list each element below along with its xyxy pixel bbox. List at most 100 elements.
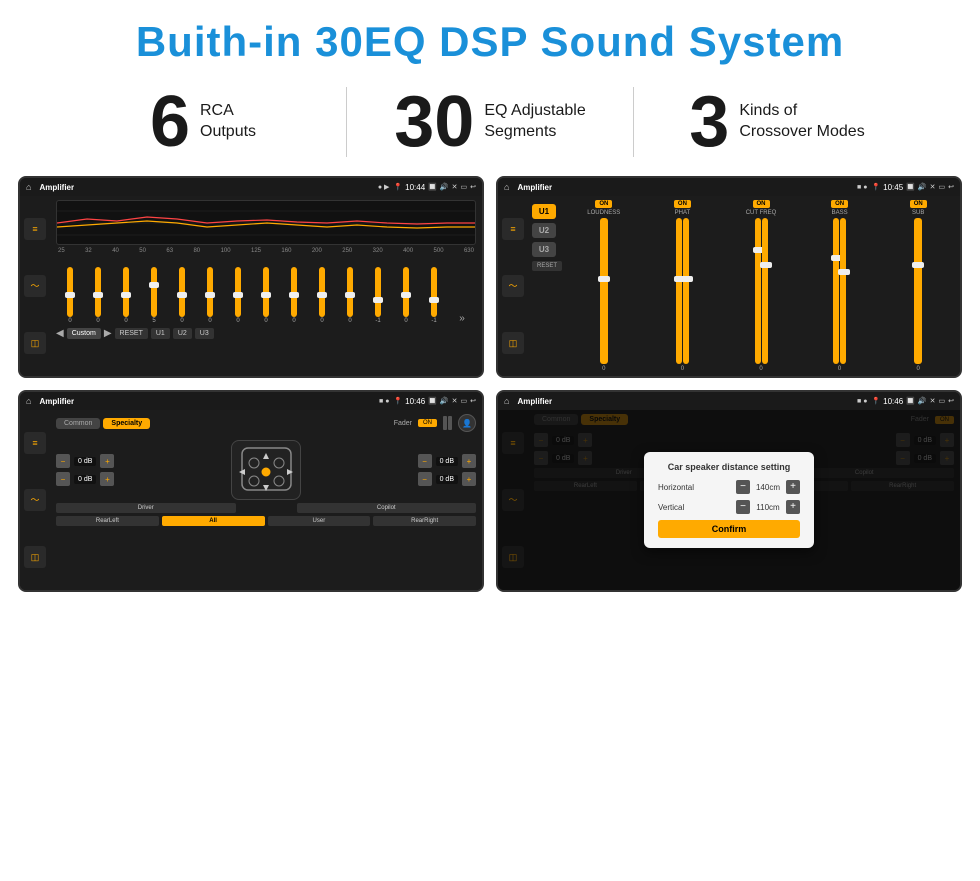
phat-on-btn[interactable]: ON (674, 200, 691, 208)
crossover-nav-btn-2[interactable]: 〜 (502, 275, 524, 297)
right-plus-1[interactable]: + (462, 454, 476, 468)
u3-btn[interactable]: U3 (195, 328, 214, 339)
phat-track-g[interactable] (676, 218, 682, 364)
confirm-button[interactable]: Confirm (658, 520, 800, 538)
horizontal-plus-btn[interactable]: + (786, 480, 800, 494)
slider-track-1[interactable] (67, 267, 73, 317)
rearleft-btn[interactable]: RearLeft (56, 516, 159, 526)
tab-common[interactable]: Common (56, 418, 100, 429)
loudness-val: 0 (602, 366, 605, 372)
reset-btn[interactable]: RESET (115, 328, 148, 339)
slider-thumb-5[interactable] (177, 292, 187, 298)
slider-thumb-6[interactable] (205, 292, 215, 298)
bass-track-f[interactable] (833, 218, 839, 364)
page-wrapper: Buith-in 30EQ DSP Sound System 6 RCAOutp… (0, 0, 980, 602)
cutfreq-on-btn[interactable]: ON (753, 200, 770, 208)
fader-track-1[interactable] (443, 416, 447, 430)
sub-track[interactable] (914, 218, 922, 364)
slider-thumb-11[interactable] (345, 292, 355, 298)
slider-track-13[interactable] (403, 267, 409, 317)
fader-nav-btn-1[interactable]: ≡ (24, 432, 46, 454)
fader-nav-btn-2[interactable]: 〜 (24, 489, 46, 511)
slider-track-11[interactable] (347, 267, 353, 317)
slider-thumb-10[interactable] (317, 292, 327, 298)
crossover-nav-btn-3[interactable]: ◫ (502, 332, 524, 354)
slider-track-2[interactable] (95, 267, 101, 317)
bass-thumb-g[interactable] (838, 269, 850, 275)
cutfreq-track-g[interactable] (762, 218, 768, 364)
phat-label: PHAT (675, 210, 691, 216)
slider-track-3[interactable] (123, 267, 129, 317)
slider-track-6[interactable] (207, 267, 213, 317)
vertical-minus-btn[interactable]: − (736, 500, 750, 514)
right-minus-1[interactable]: − (418, 454, 432, 468)
left-plus-1[interactable]: + (100, 454, 114, 468)
bass-on-btn[interactable]: ON (831, 200, 848, 208)
preset-custom-btn[interactable]: Custom (67, 328, 101, 339)
driver-btn[interactable]: Driver (56, 503, 236, 513)
eq-nav-btn-3[interactable]: ◫ (24, 332, 46, 354)
loudness-thumb[interactable] (598, 276, 610, 282)
slider-track-8[interactable] (263, 267, 269, 317)
bass-track-g[interactable] (840, 218, 846, 364)
slider-thumb-2[interactable] (93, 292, 103, 298)
slider-track-7[interactable] (235, 267, 241, 317)
speaker-layout: − 0 dB + − 0 dB + (56, 440, 476, 500)
slider-thumb-8[interactable] (261, 292, 271, 298)
u2-select-btn[interactable]: U2 (532, 223, 556, 238)
slider-thumb-14[interactable] (429, 297, 439, 303)
u1-select-btn[interactable]: U1 (532, 204, 556, 219)
expand-icon[interactable]: » (459, 313, 465, 324)
slider-thumb-7[interactable] (233, 292, 243, 298)
vertical-plus-btn[interactable]: + (786, 500, 800, 514)
camera-icon-3: 🔲 (428, 397, 437, 405)
cutfreq-thumb-g[interactable] (760, 262, 772, 268)
next-icon[interactable]: ▶ (104, 328, 112, 339)
slider-thumb-3[interactable] (121, 292, 131, 298)
loudness-track[interactable] (600, 218, 608, 364)
fader-track-2[interactable] (448, 416, 452, 430)
right-plus-2[interactable]: + (462, 472, 476, 486)
settings-icon[interactable]: 👤 (458, 414, 476, 432)
phat-thumb-f[interactable] (681, 276, 693, 282)
left-minus-1[interactable]: − (56, 454, 70, 468)
slider-thumb-12[interactable] (373, 297, 383, 303)
sub-on-btn[interactable]: ON (910, 200, 927, 208)
u2-btn[interactable]: U2 (173, 328, 192, 339)
slider-thumb-4[interactable] (149, 282, 159, 288)
slider-thumb-9[interactable] (289, 292, 299, 298)
eq-nav-btn-2[interactable]: 〜 (24, 275, 46, 297)
eq-nav-btn-1[interactable]: ≡ (24, 218, 46, 240)
phat-track-f[interactable] (683, 218, 689, 364)
crossover-time: 10:45 (883, 183, 903, 192)
slider-thumb-13[interactable] (401, 292, 411, 298)
crossover-reset-btn[interactable]: RESET (532, 261, 562, 271)
left-minus-2[interactable]: − (56, 472, 70, 486)
slider-track-4[interactable] (151, 267, 157, 317)
slider-track-14[interactable] (431, 267, 437, 317)
sub-thumb[interactable] (912, 262, 924, 268)
slider-track-9[interactable] (291, 267, 297, 317)
loudness-on-btn[interactable]: ON (595, 200, 612, 208)
copilot-btn[interactable]: Copilot (297, 503, 477, 513)
slider-track-5[interactable] (179, 267, 185, 317)
all-btn[interactable]: All (162, 516, 265, 526)
u3-select-btn[interactable]: U3 (532, 242, 556, 257)
rearright-btn[interactable]: RearRight (373, 516, 476, 526)
tab-specialty[interactable]: Specialty (103, 418, 150, 429)
slider-thumb-1[interactable] (65, 292, 75, 298)
user-btn[interactable]: User (268, 516, 371, 526)
cutfreq-track-f[interactable] (755, 218, 761, 364)
u1-btn[interactable]: U1 (151, 328, 170, 339)
slider-track-12[interactable] (375, 267, 381, 317)
left-plus-2[interactable]: + (100, 472, 114, 486)
fader-on-btn[interactable]: ON (418, 419, 437, 427)
right-minus-2[interactable]: − (418, 472, 432, 486)
slider-val-10: 0 (320, 318, 323, 324)
slider-track-10[interactable] (319, 267, 325, 317)
prev-icon[interactable]: ◀ (56, 328, 64, 339)
horizontal-minus-btn[interactable]: − (736, 480, 750, 494)
eq-slider-2: 0 (84, 267, 112, 324)
fader-nav-btn-3[interactable]: ◫ (24, 546, 46, 568)
crossover-nav-btn-1[interactable]: ≡ (502, 218, 524, 240)
